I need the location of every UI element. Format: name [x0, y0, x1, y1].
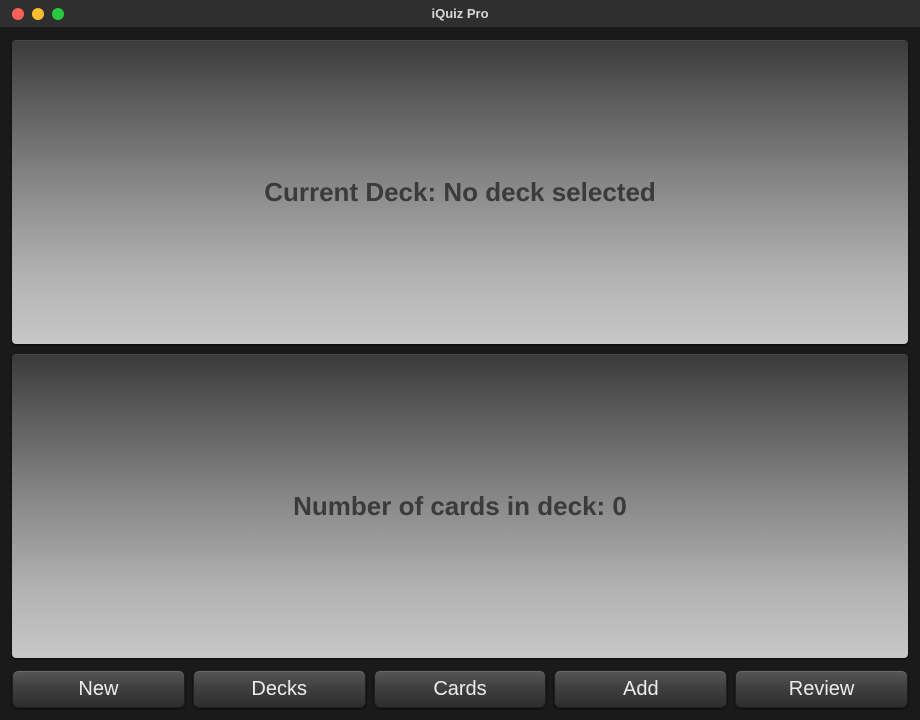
card-count-label: Number of cards in deck: 0 [293, 491, 627, 522]
main-content: Current Deck: No deck selected Number of… [0, 28, 920, 670]
decks-button[interactable]: Decks [193, 670, 366, 708]
close-icon[interactable] [12, 8, 24, 20]
cards-button[interactable]: Cards [374, 670, 547, 708]
card-count-panel: Number of cards in deck: 0 [12, 354, 908, 658]
titlebar: iQuiz Pro [0, 0, 920, 28]
current-deck-panel: Current Deck: No deck selected [12, 40, 908, 344]
window-controls [0, 8, 64, 20]
current-deck-label: Current Deck: No deck selected [264, 177, 656, 208]
maximize-icon[interactable] [52, 8, 64, 20]
add-button[interactable]: Add [554, 670, 727, 708]
minimize-icon[interactable] [32, 8, 44, 20]
review-button[interactable]: Review [735, 670, 908, 708]
new-button[interactable]: New [12, 670, 185, 708]
bottom-toolbar: New Decks Cards Add Review [0, 670, 920, 720]
window-title: iQuiz Pro [0, 6, 920, 21]
